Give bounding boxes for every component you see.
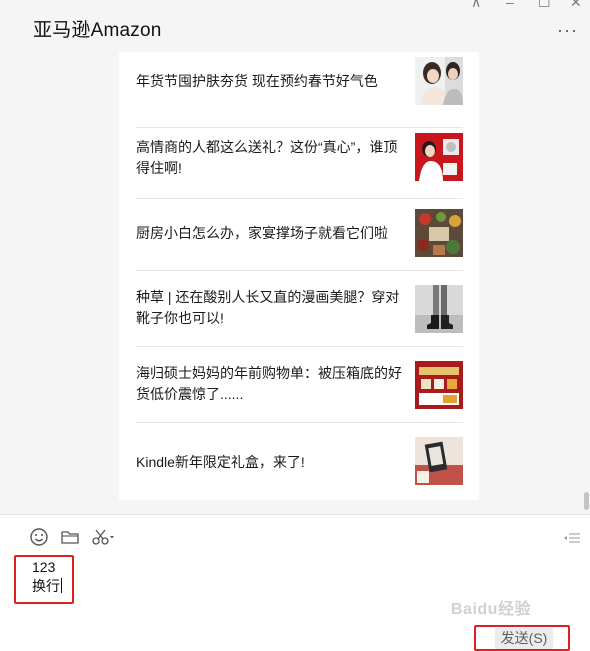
input-line: 123	[32, 559, 56, 575]
article-title: 厨房小白怎么办，家宴撑场子就看它们啦	[136, 225, 388, 241]
input-line: 换行	[32, 578, 60, 594]
article-item[interactable]: 高情商的人都这么送礼？这份“真心”，谁顶得住啊!	[136, 123, 463, 199]
article-thumbnail	[415, 437, 463, 485]
article-thumbnail	[415, 57, 463, 105]
collapse-icon[interactable]	[564, 531, 580, 543]
article-thumbnail	[415, 209, 463, 257]
send-button[interactable]: 发送(S)	[474, 625, 570, 651]
close-icon[interactable]: ✕	[570, 0, 582, 10]
article-item[interactable]: 年货节囤护肤夯货 现在预约春节好气色	[136, 52, 463, 128]
scissors-icon[interactable]	[91, 527, 119, 547]
chat-title: 亚马逊Amazon	[33, 20, 162, 41]
maximize-icon[interactable]: ☐	[538, 0, 551, 10]
pin-icon[interactable]: ⊼	[471, 0, 481, 10]
article-item[interactable]: 种草 | 还在酸别人长又直的漫画美腿？穿对靴子你也可以!	[136, 271, 463, 347]
input-line-with-caret: 换行	[32, 577, 72, 596]
article-title: 年货节囤护肤夯货 现在预约春节好气色	[136, 73, 378, 89]
message-input-field[interactable]: 123 换行	[14, 555, 74, 604]
article-item[interactable]: Kindle新年限定礼盒，来了!	[136, 423, 463, 499]
chat-header: 亚马逊Amazon ⊼ – ☐ ✕ ···	[0, 0, 590, 52]
article-thumbnail	[415, 133, 463, 181]
article-title: 高情商的人都这么送礼？这份“真心”，谁顶得住啊!	[136, 139, 398, 176]
scrollbar[interactable]	[584, 492, 589, 510]
article-title: Kindle新年限定礼盒，来了!	[136, 454, 305, 470]
chat-message-area: 年货节囤护肤夯货 现在预约春节好气色 高情商的人都这么送礼？这份“真心”，谁顶得…	[0, 52, 590, 514]
chevron-down-icon	[110, 536, 114, 539]
minimize-icon[interactable]: –	[506, 0, 514, 10]
article-title: 海归硕士妈妈的年前购物单：被压箱底的好货低价震惊了......	[136, 365, 402, 402]
text-caret	[61, 578, 62, 593]
article-item[interactable]: 海归硕士妈妈的年前购物单：被压箱底的好货低价震惊了......	[136, 347, 463, 423]
article-thumbnail	[415, 361, 463, 409]
more-options-button[interactable]: ···	[557, 20, 578, 41]
emoji-icon[interactable]	[29, 527, 49, 547]
send-button-label: 发送(S)	[494, 627, 554, 649]
article-card: 年货节囤护肤夯货 现在预约春节好气色 高情商的人都这么送礼？这份“真心”，谁顶得…	[119, 52, 479, 500]
watermark: Baidu经验	[451, 601, 531, 618]
article-title: 种草 | 还在酸别人长又直的漫画美腿？穿对靴子你也可以!	[136, 289, 400, 326]
message-input-area[interactable]: 123 换行 Baidu经验 发送(S)	[0, 514, 590, 651]
folder-icon[interactable]	[60, 527, 80, 547]
article-thumbnail	[415, 285, 463, 333]
article-item[interactable]: 厨房小白怎么办，家宴撑场子就看它们啦	[136, 195, 463, 271]
